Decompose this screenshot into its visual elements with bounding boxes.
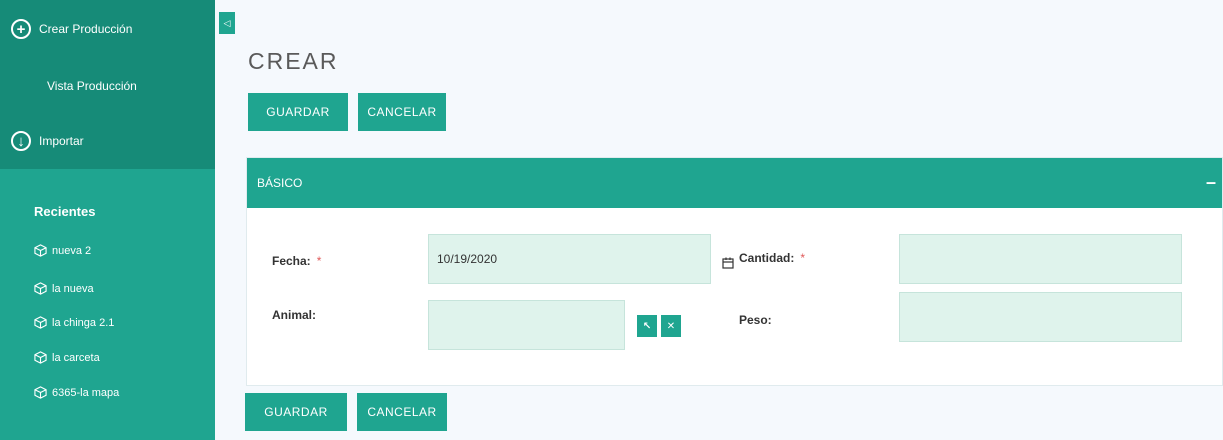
recent-item-label: nueva 2 <box>52 244 92 257</box>
cancel-button-bottom[interactable]: CANCELAR <box>357 393 447 431</box>
cube-icon <box>34 244 47 257</box>
save-button[interactable]: GUARDAR <box>248 93 348 131</box>
peso-label: Peso: <box>739 313 772 327</box>
sidebar-item-view-production[interactable]: Vista Producción <box>0 58 215 113</box>
save-button-bottom[interactable]: GUARDAR <box>245 393 347 431</box>
recent-item-label: 6365-la mapa <box>52 386 120 399</box>
clear-animal-button[interactable]: ✕ <box>661 315 681 337</box>
page-title: CREAR <box>248 48 339 74</box>
fecha-label: Fecha: * <box>272 254 321 268</box>
arrow-down-circle-icon: ↓ <box>11 131 31 151</box>
sidebar-item-label: Importar <box>39 134 84 148</box>
recent-item[interactable]: 6365-la mapa <box>34 386 119 399</box>
required-marker: * <box>800 251 806 265</box>
recent-item-label: la nueva <box>52 282 94 295</box>
collapse-sidebar-icon: ◁ <box>223 17 231 28</box>
cantidad-input[interactable] <box>899 234 1182 284</box>
required-marker: * <box>316 254 322 268</box>
select-animal-button[interactable]: ↖ <box>637 315 657 337</box>
collapse-sidebar-button[interactable]: ◁ <box>219 12 235 34</box>
sidebar-item-label: Crear Producción <box>39 22 133 36</box>
sidebar-item-label: Vista Producción <box>47 78 137 93</box>
cantidad-label: Cantidad: * <box>739 251 805 265</box>
recent-item[interactable]: nueva 2 <box>34 244 91 257</box>
cancel-button[interactable]: CANCELAR <box>358 93 446 131</box>
arrow-up-left-icon: ↖ <box>642 320 652 332</box>
recent-item-label: la carceta <box>52 351 100 364</box>
cube-icon <box>34 316 47 329</box>
recent-item-label: la chinga 2.1 <box>52 316 115 329</box>
recent-item[interactable]: la nueva <box>34 282 94 295</box>
panel-header[interactable]: BÁSICO – <box>247 158 1222 208</box>
animal-label: Animal: <box>272 308 317 322</box>
recent-item[interactable]: la carceta <box>34 351 100 364</box>
cantidad-label-text: Cantidad: <box>739 251 795 265</box>
sidebar-item-import[interactable]: ↓ Importar <box>0 113 215 169</box>
recents-heading: Recientes <box>34 204 96 219</box>
sidebar: + Crear Producción Vista Producción ↓ Im… <box>0 0 215 440</box>
cube-icon <box>34 282 47 295</box>
calendar-icon[interactable] <box>722 257 734 269</box>
cube-icon <box>34 351 47 364</box>
fecha-input[interactable]: 10/19/2020 <box>428 234 711 284</box>
collapse-icon[interactable]: – <box>1206 172 1216 193</box>
sidebar-item-create-production[interactable]: + Crear Producción <box>0 0 215 58</box>
basic-panel: BÁSICO – Fecha: * 10/19/2020 Cantidad: * A… <box>246 157 1223 386</box>
cube-icon <box>34 386 47 399</box>
main-content: CREAR GUARDAR CANCELAR BÁSICO – Fecha: * … <box>215 0 1223 440</box>
panel-title: BÁSICO <box>257 176 303 190</box>
peso-input[interactable] <box>899 292 1182 342</box>
close-icon: ✕ <box>666 320 676 332</box>
animal-input[interactable] <box>428 300 625 350</box>
fecha-label-text: Fecha: <box>272 254 311 268</box>
recent-item[interactable]: la chinga 2.1 <box>34 316 114 329</box>
plus-circle-icon: + <box>11 19 31 39</box>
